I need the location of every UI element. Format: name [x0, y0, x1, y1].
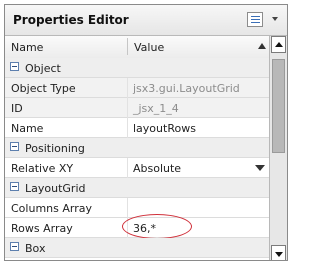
- dropdown-arrow-icon[interactable]: [255, 165, 265, 171]
- property-name: ID: [11, 102, 23, 115]
- collapse-minus-icon[interactable]: [10, 142, 19, 151]
- property-value: _jsx_1_4: [133, 102, 179, 115]
- collapse-minus-icon[interactable]: [10, 182, 19, 191]
- scroll-thumb[interactable]: [272, 59, 285, 153]
- collapse-minus-icon[interactable]: [10, 242, 19, 251]
- highlight-circle: [122, 214, 192, 239]
- property-value-input[interactable]: layoutRows: [133, 122, 196, 135]
- scroll-up-icon[interactable]: [271, 36, 286, 53]
- group-row-layoutgrid[interactable]: LayoutGrid: [5, 178, 271, 198]
- property-value: jsx3.gui.LayoutGrid: [133, 82, 240, 95]
- chevron-down-icon[interactable]: [272, 17, 278, 21]
- property-name: Name: [11, 122, 44, 135]
- vertical-scrollbar[interactable]: [269, 36, 287, 260]
- property-row-object-type[interactable]: Object Type jsx3.gui.LayoutGrid: [5, 78, 271, 98]
- row-divider: [127, 158, 128, 178]
- property-value-select[interactable]: Absolute: [133, 162, 181, 175]
- row-divider: [127, 118, 128, 138]
- column-divider[interactable]: [127, 38, 128, 55]
- property-row-name[interactable]: Name layoutRows: [5, 118, 271, 138]
- value-column-header[interactable]: Value: [134, 41, 164, 54]
- group-row-positioning[interactable]: Positioning: [5, 138, 271, 158]
- property-name: Rows Array: [11, 222, 73, 235]
- group-label: Object: [25, 62, 61, 75]
- list-menu-icon[interactable]: [247, 12, 263, 27]
- group-label: Positioning: [25, 142, 85, 155]
- sort-asc-icon[interactable]: [258, 43, 266, 49]
- properties-editor-panel: Properties Editor Name Value Object Obje…: [4, 4, 288, 261]
- property-row-rows-array[interactable]: Rows Array 36,*: [5, 214, 271, 239]
- row-divider: [127, 78, 128, 98]
- property-name: Relative XY: [11, 162, 74, 175]
- title-bar: Properties Editor: [5, 5, 287, 36]
- property-row-relative-xy[interactable]: Relative XY Absolute: [5, 158, 271, 178]
- group-row-object[interactable]: Object: [5, 58, 271, 78]
- property-name: Columns Array: [11, 202, 92, 215]
- property-row-id[interactable]: ID _jsx_1_4: [5, 98, 271, 118]
- group-label: LayoutGrid: [25, 182, 86, 195]
- group-label: Box: [25, 242, 46, 255]
- column-header: Name Value: [5, 36, 271, 59]
- row-divider: [127, 98, 128, 118]
- name-column-header[interactable]: Name: [11, 41, 43, 54]
- property-grid: Object Object Type jsx3.gui.LayoutGrid I…: [5, 58, 271, 260]
- panel-title: Properties Editor: [13, 13, 129, 27]
- property-name: Object Type: [11, 82, 76, 95]
- row-divider: [127, 198, 128, 218]
- group-row-box[interactable]: Box: [5, 238, 271, 258]
- scroll-down-icon[interactable]: [271, 245, 286, 260]
- collapse-minus-icon[interactable]: [10, 62, 19, 71]
